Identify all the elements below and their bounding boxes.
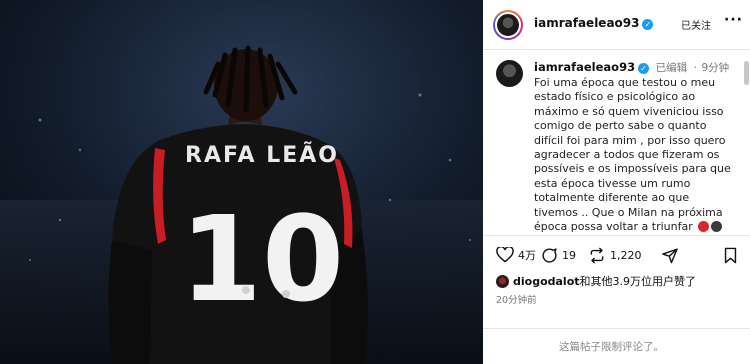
- jersey-name-text: RAFA LEÃO: [185, 142, 339, 168]
- player-photo-illustration: RAFA LEÃO 10: [0, 0, 483, 364]
- repost-icon[interactable]: [588, 247, 606, 264]
- repost-action[interactable]: 1,220: [588, 246, 642, 264]
- comment-action[interactable]: 19: [541, 246, 576, 264]
- caption-avatar[interactable]: [496, 60, 523, 87]
- likes-count: 4万: [518, 249, 536, 262]
- heart-icon[interactable]: [496, 247, 514, 263]
- jersey-number-text: 10: [180, 190, 344, 328]
- header-username[interactable]: iamrafaeleao93 ✓: [534, 16, 654, 30]
- caption-time: 9分钟: [701, 62, 730, 74]
- caption-username[interactable]: iamrafaeleao93: [534, 60, 635, 74]
- following-button[interactable]: 已关注: [681, 17, 711, 32]
- liked-by-user[interactable]: diogodalot: [513, 275, 580, 288]
- post-photo[interactable]: RAFA LEÃO 10: [0, 0, 483, 364]
- comments-restricted-notice: 这篇帖子限制评论了。: [559, 341, 664, 353]
- liked-by-avatar: [496, 274, 509, 288]
- caption-header: iamrafaeleao93 ✓ 已编辑 · 9分钟: [534, 60, 729, 75]
- caption-text-block: Foi uma época que testou o meu estado fí…: [534, 76, 734, 234]
- save-action[interactable]: [723, 246, 742, 264]
- header-avatar[interactable]: [493, 10, 523, 40]
- caption-scrollbar-thumb[interactable]: [744, 61, 749, 85]
- liked-by-line[interactable]: diogodalot 和其他3.9万位用户赞了: [496, 273, 696, 289]
- liked-by-rest[interactable]: 和其他3.9万位用户赞了: [580, 273, 697, 289]
- reposts-count: 1,220: [610, 248, 642, 262]
- black-circle-emoji-icon: [711, 221, 723, 233]
- post-actions-bar: 4万 19 1,220: [483, 242, 750, 268]
- caption-text: Foi uma época que testou o meu estado fí…: [534, 76, 731, 234]
- comments-footer: 这篇帖子限制评论了。: [483, 328, 750, 364]
- comments-count: 19: [562, 248, 576, 262]
- caption-area[interactable]: iamrafaeleao93 ✓ 已编辑 · 9分钟 Foi uma época …: [483, 51, 750, 236]
- caption-scrollbar[interactable]: [744, 51, 749, 235]
- more-options-icon[interactable]: ···: [724, 12, 743, 28]
- caption-edited-label: 已编辑: [655, 62, 688, 74]
- share-action[interactable]: [661, 246, 683, 264]
- share-send-icon[interactable]: [661, 247, 679, 264]
- post-header: iamrafaeleao93 ✓ 已关注 ···: [483, 0, 750, 50]
- bookmark-icon[interactable]: [723, 247, 738, 264]
- caption-separator: ·: [693, 62, 697, 74]
- comment-icon[interactable]: [541, 247, 558, 264]
- like-action[interactable]: 4万: [496, 246, 536, 264]
- header-username-text[interactable]: iamrafaeleao93: [534, 16, 639, 30]
- red-circle-emoji-icon: [698, 221, 710, 233]
- post-timestamp[interactable]: 20分钟前: [496, 292, 537, 306]
- caption-verified-badge-icon: ✓: [638, 63, 650, 74]
- post-panel: iamrafaeleao93 ✓ 已关注 ··· iamrafaeleao93 ✓ …: [483, 0, 750, 364]
- verified-badge-icon: ✓: [642, 19, 654, 30]
